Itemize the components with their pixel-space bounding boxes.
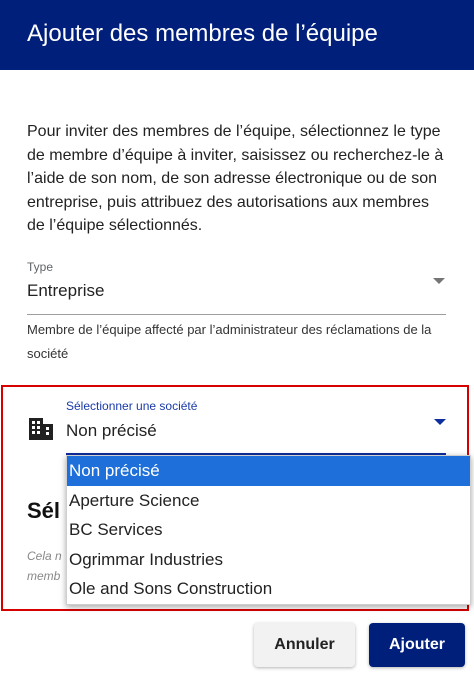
intro-text: Pour inviter des membres de l’équipe, sé…: [27, 123, 444, 234]
cancel-button[interactable]: Annuler: [254, 623, 355, 667]
dropdown-option[interactable]: BC Services: [67, 515, 470, 545]
dialog-header: Ajouter des membres de l’équipe: [0, 0, 474, 70]
company-dropdown-list: Non précisé Aperture Science BC Services…: [66, 455, 471, 605]
type-help-text: Membre de l’équipe affecté par l’adminis…: [27, 322, 432, 361]
dropdown-option[interactable]: Ogrimmar Industries: [67, 545, 470, 575]
company-field-label: Sélectionner une société: [66, 399, 198, 413]
dropdown-option[interactable]: Aperture Science: [67, 486, 470, 516]
type-select[interactable]: Entreprise: [27, 281, 104, 301]
arrow-drop-down-icon[interactable]: [433, 278, 445, 284]
type-field-underline: [27, 314, 446, 315]
type-field-label: Type: [27, 260, 54, 274]
dropdown-option[interactable]: Ole and Sons Construction: [67, 574, 470, 604]
building-icon: [29, 418, 53, 440]
arrow-drop-down-icon[interactable]: [434, 419, 446, 425]
dropdown-option[interactable]: Non précisé: [67, 456, 470, 486]
dialog-title: Ajouter des membres de l’équipe: [27, 20, 378, 47]
company-select[interactable]: Non précisé: [66, 421, 157, 441]
add-button[interactable]: Ajouter: [369, 623, 465, 667]
